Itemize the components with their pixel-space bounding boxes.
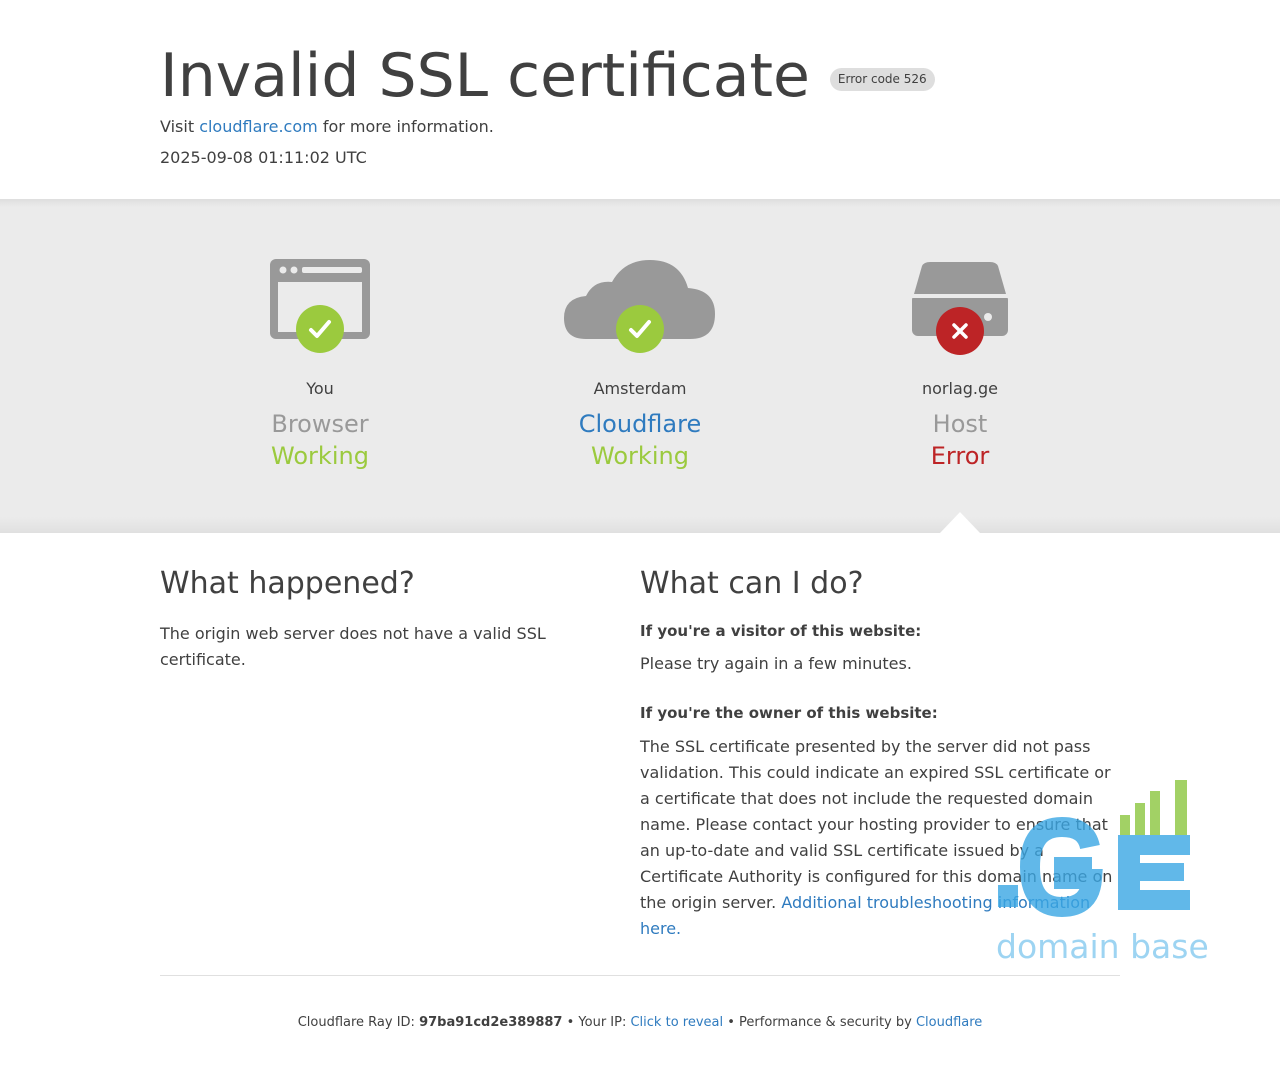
check-icon: [616, 305, 664, 353]
what-can-i-do-heading: What can I do?: [640, 566, 864, 601]
visit-suffix: for more information.: [317, 117, 494, 136]
what-happened-body: The origin web server does not have a va…: [160, 624, 546, 669]
status-band: You Browser Working Amsterdam Cloudflare…: [0, 199, 1280, 533]
perf-label: Performance & security by: [739, 1015, 916, 1030]
ray-label: Cloudflare Ray ID:: [297, 1015, 420, 1030]
node-kind: Cloudflare: [578, 410, 702, 438]
error-code-badge: Error code 526: [829, 67, 935, 91]
footer: Cloudflare Ray ID: 97ba91cd2e389887 • Yo…: [0, 1013, 1280, 1033]
reveal-ip-button[interactable]: Click to reveal: [630, 1015, 723, 1030]
cloudflare-link[interactable]: cloudflare.com: [199, 117, 318, 136]
timestamp: 2025-09-08 01:11:02 UTC: [160, 148, 367, 167]
cloudflare-footer-link[interactable]: Cloudflare: [916, 1015, 982, 1030]
node-state: Error: [930, 442, 990, 470]
footer-separator: •: [562, 1015, 579, 1030]
visit-line: Visit cloudflare.com for more informatio…: [160, 115, 494, 139]
what-happened-heading: What happened?: [160, 566, 415, 601]
visit-prefix: Visit: [160, 117, 200, 136]
what-can-i-do-section: What can I do? If you're a visitor of th…: [640, 563, 1120, 942]
page-title: Invalid SSL certificate: [160, 41, 810, 111]
node-location: Amsterdam: [593, 379, 687, 398]
band-pointer: [940, 512, 980, 533]
node-location: norlag.ge: [922, 379, 998, 398]
visitor-body: Please try again in a few minutes.: [640, 654, 912, 673]
owner-body-text: The SSL certificate presented by the ser…: [640, 737, 1113, 912]
title-row: Invalid SSL certificate Error code 526: [160, 40, 935, 112]
ip-label: Your IP:: [578, 1015, 631, 1030]
cloud-icon-wrap: [490, 254, 790, 364]
visitor-heading: If you're a visitor of this website:: [640, 622, 922, 640]
node-location: You: [306, 379, 334, 398]
node-state: Working: [591, 442, 689, 470]
node-state: Working: [271, 442, 369, 470]
check-icon: [296, 305, 344, 353]
owner-heading: If you're the owner of this website:: [640, 704, 938, 722]
node-kind: Host: [932, 410, 988, 438]
x-icon: [936, 307, 984, 355]
footer-divider: [160, 975, 1120, 976]
footer-separator: •: [723, 1015, 740, 1030]
browser-icon-wrap: [170, 254, 470, 364]
server-icon-wrap: [810, 254, 1110, 364]
header: Invalid SSL certificate Error code 526 V…: [0, 0, 1280, 199]
owner-body: The SSL certificate presented by the ser…: [640, 734, 1118, 942]
node-kind: Browser: [271, 410, 369, 438]
what-happened-section: What happened? The origin web server doe…: [160, 563, 580, 673]
ray-id: 97ba91cd2e389887: [419, 1015, 563, 1030]
